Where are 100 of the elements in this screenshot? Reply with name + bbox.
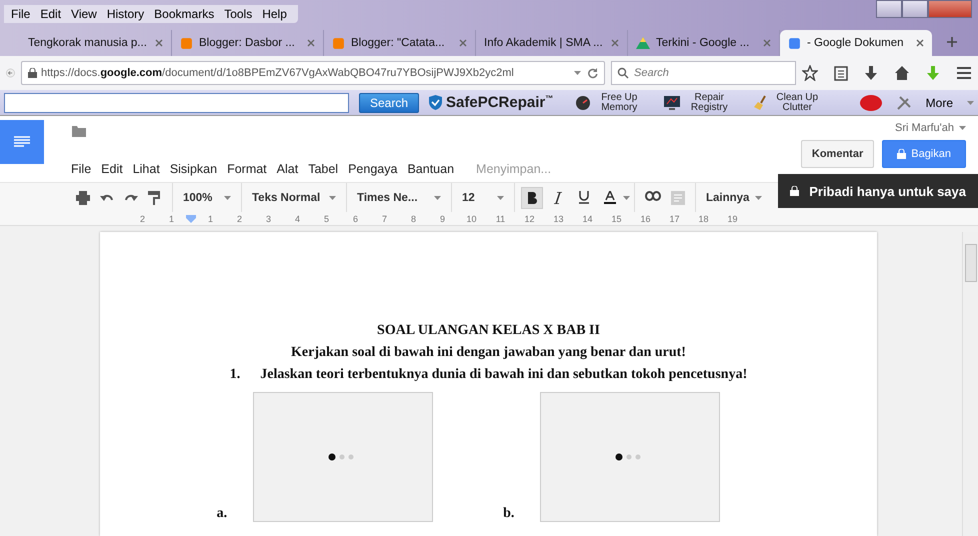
menu-item[interactable]: Help — [257, 7, 292, 21]
folder-icon[interactable] — [72, 126, 86, 137]
caret-icon — [959, 126, 966, 130]
close-icon[interactable] — [307, 39, 315, 47]
close-icon[interactable] — [611, 39, 619, 47]
ruler-number: 3 — [264, 214, 272, 224]
question-number: 1. — [230, 367, 240, 383]
ruler-number: 6 — [352, 214, 359, 224]
ruler-number: 18 — [697, 214, 710, 224]
caret-icon — [623, 196, 630, 200]
menu-item[interactable]: Lihat — [128, 162, 165, 176]
italic-icon[interactable] — [554, 192, 562, 204]
menu-item[interactable]: File — [66, 162, 96, 176]
indent-marker-icon[interactable] — [186, 214, 196, 222]
maximize-button[interactable] — [902, 0, 928, 18]
browser-tab[interactable]: - Google Dokumen — [780, 30, 932, 56]
lock-icon — [28, 68, 37, 78]
ruler-number: 8 — [410, 214, 417, 224]
caret-icon — [497, 196, 504, 200]
menu-item[interactable]: Bantuan — [402, 162, 460, 176]
ruler-number: 19 — [726, 214, 738, 224]
save-status: Menyimpan... — [475, 162, 552, 176]
user-name[interactable]: Sri Marfu'ah — [895, 122, 954, 134]
ruler-number: 1 — [168, 214, 175, 224]
option-label: b. — [503, 506, 514, 522]
menu-item[interactable]: Edit — [96, 162, 128, 176]
close-icon[interactable] — [459, 39, 467, 47]
more-dropdown[interactable]: Lainnya — [696, 192, 772, 204]
search-button[interactable]: Search — [359, 92, 420, 112]
docs-menu-button[interactable] — [0, 120, 44, 164]
ruler-number: 11 — [494, 214, 506, 224]
menu-item[interactable]: Pengaya — [343, 162, 402, 176]
ruler-number: 4 — [294, 214, 301, 224]
menu-item[interactable]: Alat — [272, 162, 304, 176]
caret-icon — [574, 71, 581, 75]
menu-item[interactable]: Sisipkan — [164, 162, 222, 176]
caret-icon — [434, 196, 441, 200]
caret-icon — [967, 100, 974, 104]
caret-icon — [755, 196, 762, 200]
bold-button[interactable] — [521, 186, 543, 208]
menu-item[interactable]: Tools — [219, 7, 258, 21]
lock-icon — [897, 149, 906, 159]
caret-icon — [224, 196, 231, 200]
star-icon[interactable] — [802, 65, 818, 81]
caret-icon — [329, 196, 336, 200]
menu-item[interactable]: View — [66, 7, 102, 21]
menu-item[interactable]: Tabel — [303, 162, 344, 176]
document-icon[interactable] — [788, 36, 801, 50]
search-field[interactable] — [4, 92, 349, 112]
share-button[interactable]: Bagikan — [882, 140, 966, 168]
ruler-number: 14 — [581, 214, 594, 224]
more-menu[interactable]: More — [926, 96, 953, 110]
menu-item[interactable]: Format — [222, 162, 272, 176]
close-icon[interactable] — [763, 39, 771, 47]
home-icon[interactable] — [894, 65, 910, 81]
close-icon[interactable] — [916, 39, 924, 47]
menu-item[interactable]: History — [102, 7, 150, 21]
text-color-icon[interactable] — [604, 191, 616, 204]
font-dropdown[interactable]: Times Ne... — [347, 192, 451, 204]
address-field[interactable]: https://docs.google.com/document/d/1o8BPEmZV67VgAxWabQBO47ru7YBOsijPWJ9Xb2yc2ml — [21, 61, 605, 85]
tooltip-text: Pribadi hanya untuk saya — [809, 184, 966, 198]
style-dropdown[interactable]: Teks Normal — [242, 192, 346, 204]
close-icon[interactable] — [155, 39, 163, 47]
ruler-number: 13 — [552, 214, 564, 224]
plus-icon[interactable] — [946, 36, 958, 48]
ruler-number: 5 — [322, 214, 330, 224]
brand-name[interactable]: SafePCRepair$^{™}$ — [446, 94, 554, 111]
ruler-number: 7 — [380, 214, 388, 224]
menu-icon[interactable] — [956, 66, 972, 80]
ruler-number: 1 — [206, 214, 214, 224]
menu-item[interactable]: File — [6, 7, 36, 21]
shield-icon — [429, 95, 442, 110]
toolbar-link[interactable]: Repair Registry — [687, 92, 732, 112]
clipboard-icon[interactable] — [834, 65, 848, 81]
comment-button[interactable]: Komentar — [800, 140, 874, 168]
download-icon[interactable] — [864, 65, 878, 81]
paint-roller-icon[interactable] — [148, 190, 160, 204]
bold-icon — [527, 192, 537, 204]
monitor-icon — [663, 94, 682, 110]
search-icon — [617, 67, 629, 79]
ruler-number: 15 — [610, 214, 622, 224]
document-title: SOAL ULANGAN KELAS X BAB II — [377, 323, 600, 339]
ruler-number: 10 — [465, 214, 478, 224]
menu-item[interactable]: Bookmarks — [149, 7, 220, 21]
minimize-button[interactable] — [876, 0, 902, 18]
scrollbar[interactable] — [962, 232, 978, 536]
instruction-text: Kerjakan soal di bawah ini dengan jawaban yang benar dan urut! — [291, 345, 686, 361]
toolbar-link[interactable]: Free Up Memory — [597, 92, 642, 112]
menu-item[interactable]: Edit — [35, 7, 66, 21]
ruler-number: 12 — [523, 214, 536, 224]
toolbar-link[interactable]: Clean Up Clutter — [775, 92, 820, 112]
size-dropdown[interactable]: 12 — [452, 192, 514, 204]
link-icon[interactable] — [645, 190, 661, 200]
ruler-number: 17 — [668, 214, 680, 224]
zoom-dropdown[interactable]: 100% — [173, 192, 241, 204]
underline-icon[interactable] — [579, 191, 589, 204]
search-field[interactable]: Search — [611, 61, 796, 85]
ruler-number: 2 — [138, 214, 146, 224]
option-label: a. — [216, 506, 228, 522]
reload-icon[interactable] — [587, 68, 598, 78]
